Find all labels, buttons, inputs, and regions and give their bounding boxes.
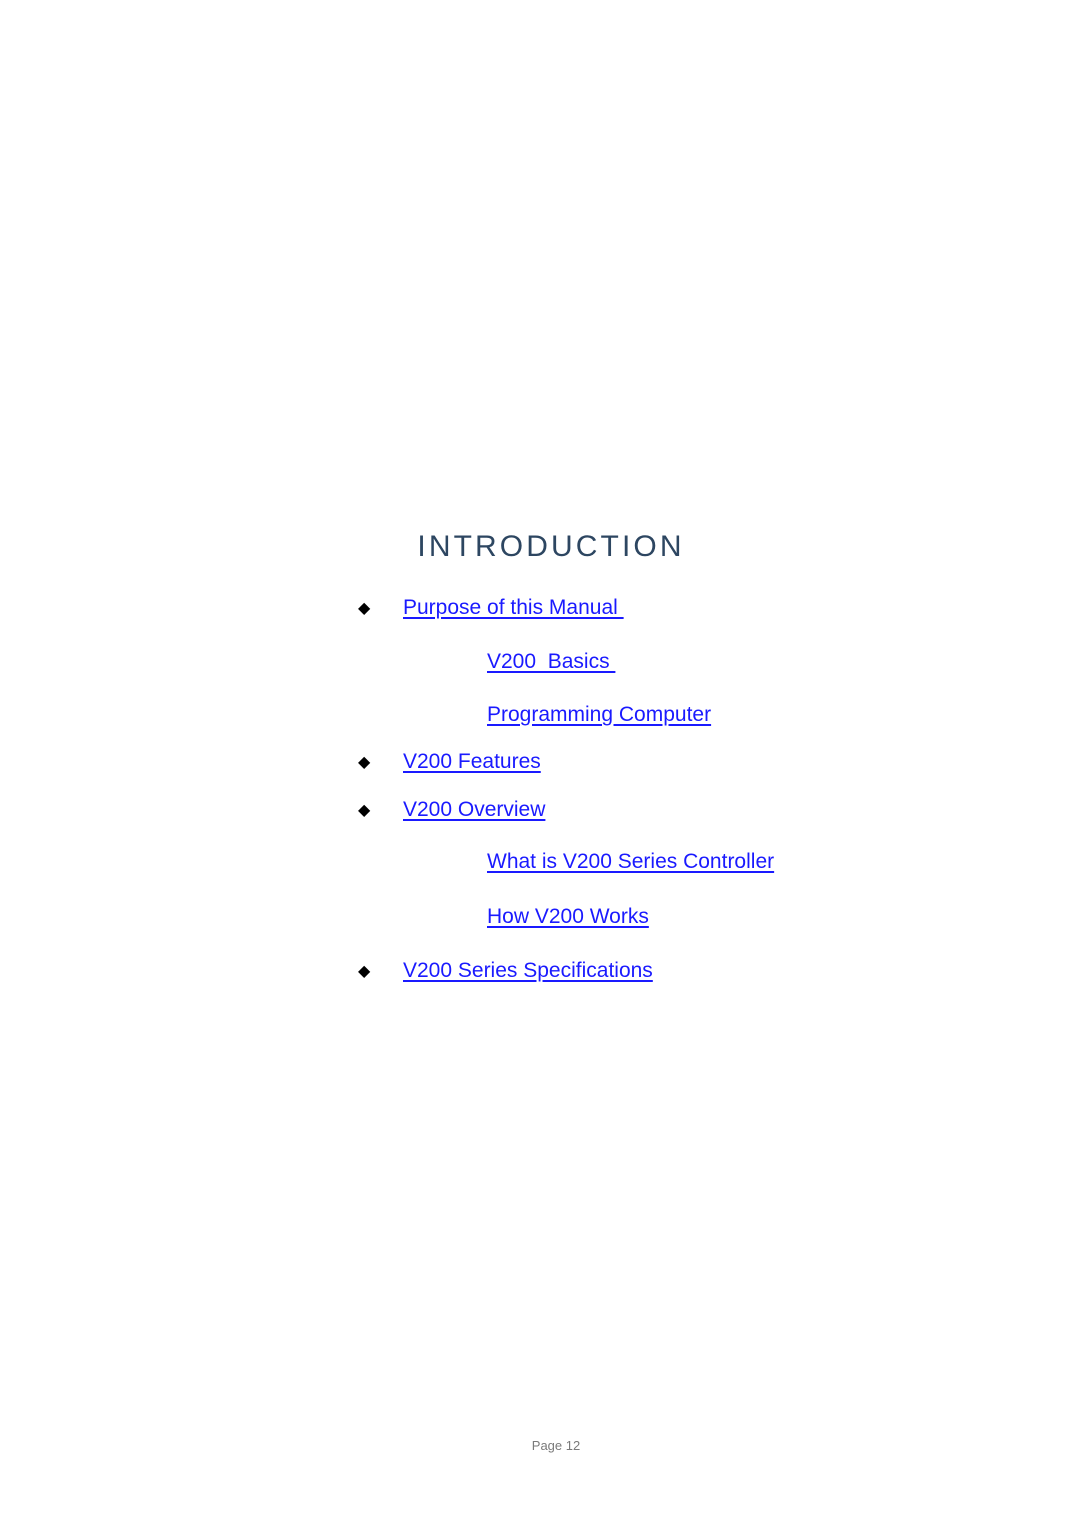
toc-link[interactable]: How V200 Works (487, 905, 649, 928)
diamond-bullet-icon: ◆ (358, 752, 371, 771)
toc-link[interactable]: What is V200 Series Controller (487, 850, 774, 873)
toc-link-wrapper: V200 Series Specifications (403, 959, 653, 983)
diamond-bullet-icon: ◆ (358, 598, 371, 617)
diamond-bullet-icon: ◆ (358, 800, 371, 819)
toc-link-wrapper: V200 Basics (487, 650, 615, 674)
toc-link-wrapper: What is V200 Series Controller (487, 850, 774, 874)
toc-link[interactable]: Programming Computer (487, 703, 711, 726)
toc-link-wrapper: Programming Computer (487, 703, 711, 727)
toc-link-wrapper: V200 Overview (403, 798, 545, 822)
toc-link[interactable]: V200 Features (403, 750, 541, 773)
page-number-footer: Page 12 (531, 1438, 581, 1453)
document-page: INTRODUCTION ◆ Purpose of this Manual V20… (0, 0, 1080, 1525)
toc-link-wrapper: How V200 Works (487, 905, 649, 929)
toc-link-wrapper: V200 Features (403, 750, 541, 774)
toc-link[interactable]: V200 Basics (487, 650, 615, 673)
toc-link-wrapper: Purpose of this Manual (403, 596, 624, 620)
toc-link[interactable]: V200 Series Specifications (403, 959, 653, 982)
toc-link[interactable]: V200 Overview (403, 798, 545, 821)
diamond-bullet-icon: ◆ (358, 961, 371, 980)
page-title: INTRODUCTION (417, 530, 685, 564)
toc-link[interactable]: Purpose of this Manual (403, 596, 624, 619)
